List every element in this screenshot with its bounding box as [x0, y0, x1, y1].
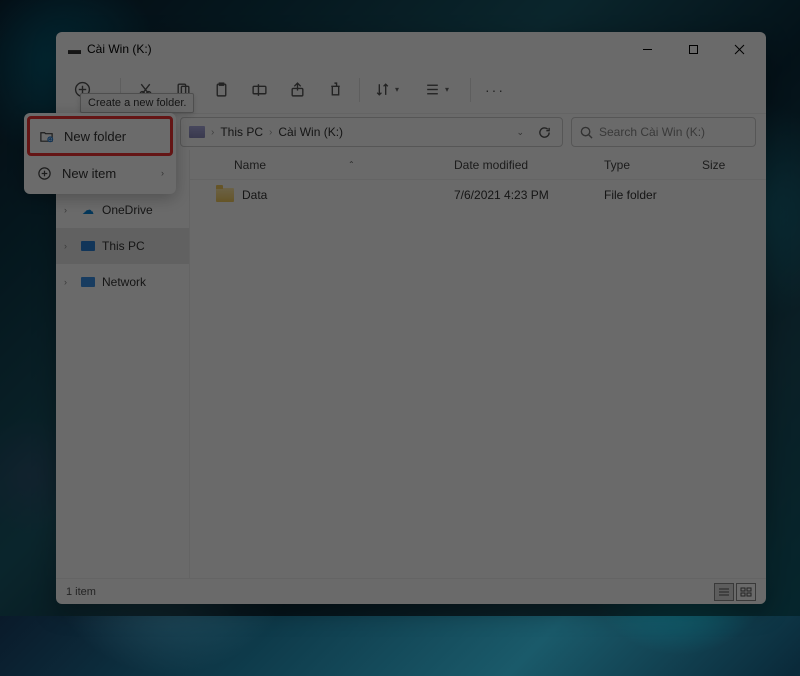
paste-button[interactable]: [203, 72, 239, 108]
search-placeholder: Search Cài Win (K:): [599, 125, 705, 139]
menuitem-label: New folder: [64, 129, 126, 144]
separator: [470, 78, 471, 102]
minimize-button[interactable]: [624, 33, 670, 65]
column-header-size[interactable]: Size: [702, 158, 766, 172]
close-button[interactable]: [716, 33, 762, 65]
window-title: Cài Win (K:): [87, 42, 624, 56]
titlebar: ▬ Cài Win (K:): [56, 32, 766, 66]
drive-icon: ▬: [68, 42, 79, 57]
column-header-name[interactable]: Name: [190, 158, 454, 172]
sort-button[interactable]: ▾: [366, 72, 414, 108]
sidebar-item-label: This PC: [102, 239, 145, 253]
more-button[interactable]: ···: [477, 72, 513, 108]
file-type: File folder: [604, 188, 702, 202]
breadcrumb-item[interactable]: Cài Win (K:): [274, 125, 347, 139]
column-header-type[interactable]: Type: [604, 158, 702, 172]
file-date: 7/6/2021 4:23 PM: [454, 188, 604, 202]
details-view-button[interactable]: [714, 583, 734, 601]
chevron-right-icon: ›: [64, 277, 74, 287]
separator: [359, 78, 360, 102]
sidebar: › ★ Quick access › ☁ OneDrive › This PC …: [56, 150, 190, 578]
chevron-right-icon: ›: [64, 205, 74, 215]
cloud-icon: ☁: [80, 202, 96, 218]
grid-icon: [740, 587, 752, 597]
delete-button[interactable]: [317, 72, 353, 108]
share-button[interactable]: [279, 72, 315, 108]
sidebar-item-label: Network: [102, 275, 146, 289]
chevron-right-icon: ›: [209, 127, 216, 138]
column-header-date[interactable]: Date modified: [454, 158, 604, 172]
statusbar: 1 item: [56, 578, 766, 604]
sidebar-item-network[interactable]: › Network: [56, 264, 189, 300]
search-icon: [580, 126, 593, 139]
new-menu-flyout: New folder New item ›: [24, 113, 176, 194]
column-headers: Name ⌃ Date modified Type Size: [190, 150, 766, 180]
sidebar-item-onedrive[interactable]: › ☁ OneDrive: [56, 192, 189, 228]
chevron-right-icon: ›: [64, 241, 74, 251]
list-icon: [718, 587, 730, 597]
file-row[interactable]: Data 7/6/2021 4:23 PM File folder: [190, 180, 766, 210]
drive-icon: [189, 126, 205, 138]
view-button[interactable]: ▾: [416, 72, 464, 108]
chevron-right-icon: ›: [161, 168, 164, 178]
rename-button[interactable]: [241, 72, 277, 108]
new-folder-menuitem[interactable]: New folder: [30, 119, 170, 153]
plus-circle-icon: [36, 165, 52, 181]
monitor-icon: [80, 238, 96, 254]
sidebar-item-label: OneDrive: [102, 203, 153, 217]
tooltip: Create a new folder.: [80, 93, 194, 113]
breadcrumb-item[interactable]: This PC: [216, 125, 267, 139]
new-folder-icon: [38, 128, 54, 144]
chevron-down-icon[interactable]: ⌄: [516, 127, 530, 138]
maximize-button[interactable]: [670, 33, 716, 65]
refresh-button[interactable]: [530, 118, 558, 146]
folder-icon: [216, 188, 234, 202]
search-input[interactable]: Search Cài Win (K:): [571, 117, 756, 147]
breadcrumb[interactable]: › This PC › Cài Win (K:) ⌄: [180, 117, 563, 147]
menuitem-label: New item: [62, 166, 116, 181]
icons-view-button[interactable]: [736, 583, 756, 601]
sort-indicator-icon: ⌃: [348, 160, 355, 169]
chevron-right-icon: ›: [267, 127, 274, 138]
item-count: 1 item: [66, 586, 96, 598]
sidebar-item-this-pc[interactable]: › This PC: [56, 228, 189, 264]
file-name: Data: [242, 188, 267, 202]
file-list-pane: Name ⌃ Date modified Type Size Data 7/6/…: [190, 150, 766, 578]
new-item-menuitem[interactable]: New item ›: [28, 156, 172, 190]
network-icon: [80, 274, 96, 290]
